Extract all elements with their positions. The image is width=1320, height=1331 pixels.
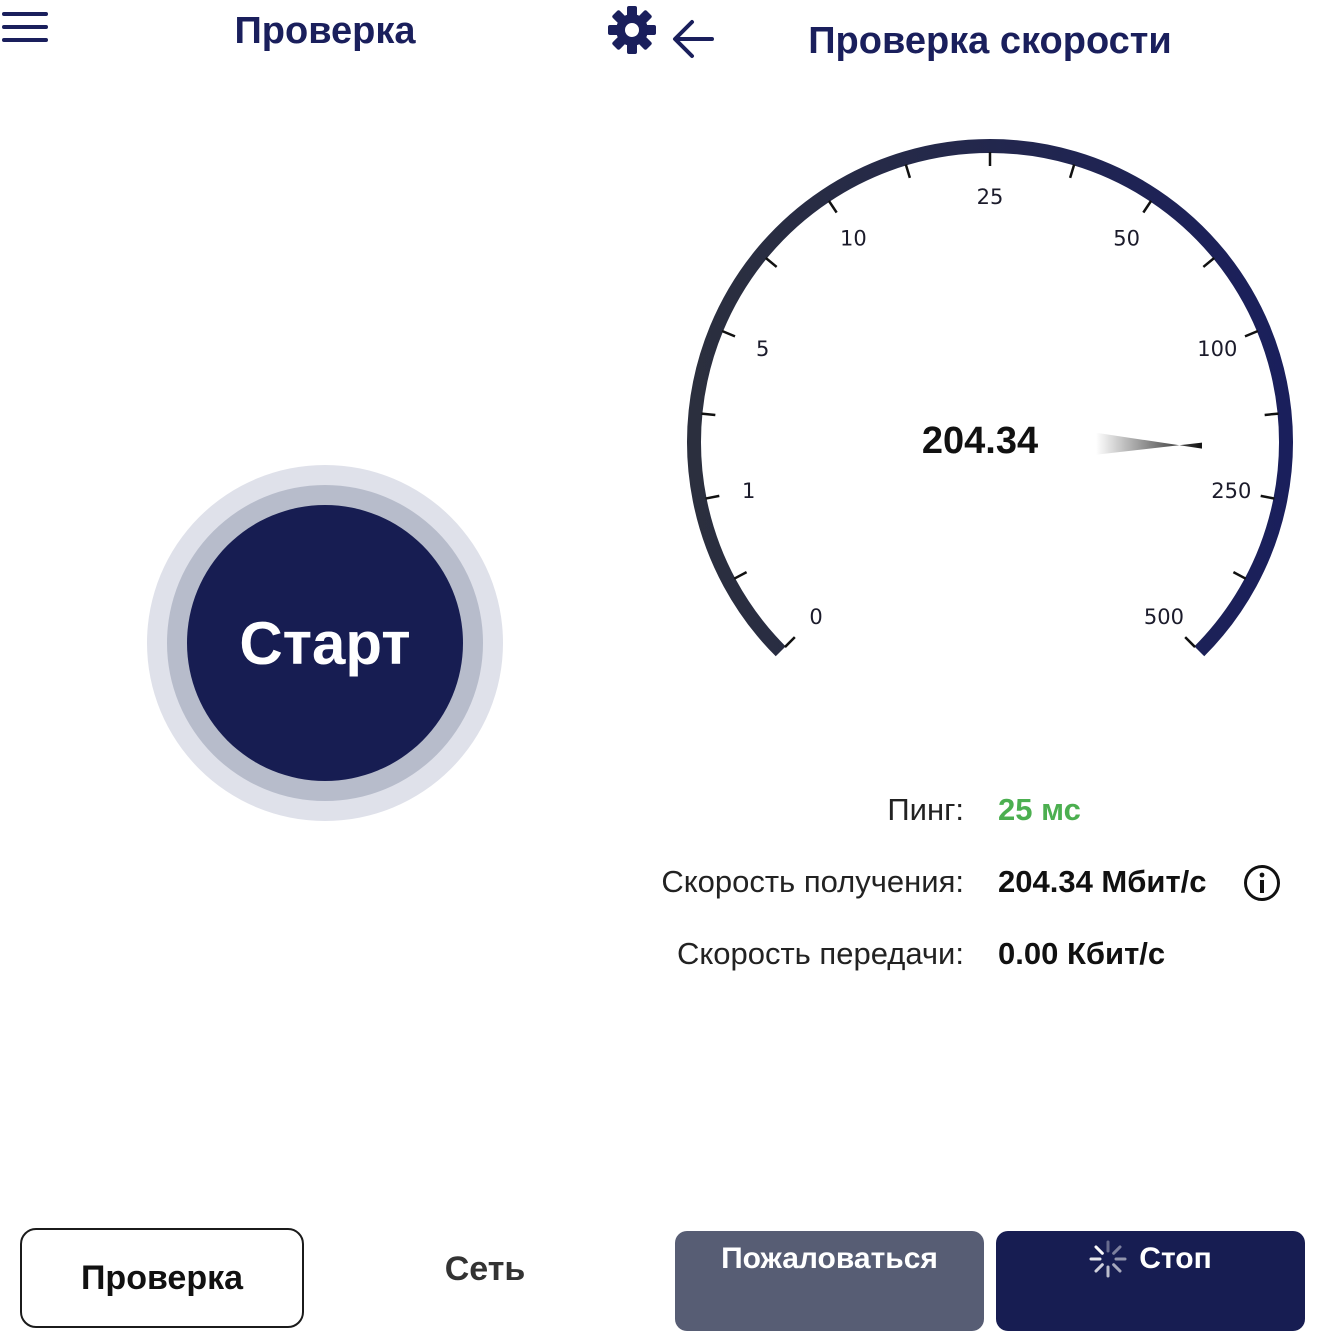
arrow-left-icon[interactable] <box>668 16 718 62</box>
download-label: Скорость получения: <box>661 864 964 899</box>
page-title: Проверка <box>234 10 416 52</box>
gauge-tick <box>1184 636 1196 648</box>
gauge-needle <box>1095 432 1202 455</box>
loading-spinner-icon <box>1089 1240 1127 1278</box>
tab-check[interactable]: Проверка <box>20 1228 304 1328</box>
gauge-scale-label: 500 <box>1144 605 1184 629</box>
gear-icon[interactable] <box>606 4 658 56</box>
gauge-scale-label: 50 <box>1113 226 1140 250</box>
gauge-scale-label: 5 <box>756 337 769 361</box>
info-icon[interactable] <box>1243 864 1281 902</box>
gauge-scale-label: 1 <box>742 479 755 503</box>
gauge-tick <box>733 571 748 580</box>
upload-row: Скорость передачи: 0.00 Кбит/с <box>600 936 1300 980</box>
gauge-tick <box>721 329 736 338</box>
gauge-tick <box>701 412 716 417</box>
start-button[interactable]: Старт <box>187 505 463 781</box>
gauge-tick <box>1260 494 1275 500</box>
gauge-scale-label: 250 <box>1211 479 1251 503</box>
gauge-tick <box>705 494 720 500</box>
gauge-tick <box>765 257 778 268</box>
speed-test-title: Проверка скорости <box>808 20 1172 62</box>
tab-network[interactable]: Сеть <box>380 1250 590 1300</box>
gauge-value: 204.34 <box>921 420 1039 462</box>
gauge-tick <box>1232 571 1247 580</box>
gauge-tick <box>1264 412 1279 417</box>
gauge-scale-label: 25 <box>977 185 1004 209</box>
stop-button[interactable]: Стоп <box>996 1231 1305 1331</box>
gauge-scale-label: 0 <box>809 605 822 629</box>
ping-value: 25 мс <box>998 792 1081 827</box>
gauge-scale-label: 10 <box>840 226 867 250</box>
gauge-scale-label: 100 <box>1197 337 1237 361</box>
gauge-tick <box>1068 164 1076 179</box>
download-value: 204.34 Мбит/с <box>998 864 1207 899</box>
stop-button-label: Стоп <box>1139 1242 1212 1275</box>
ping-label: Пинг: <box>887 792 964 827</box>
gauge-tick <box>1244 329 1259 338</box>
report-button[interactable]: Пожаловаться <box>675 1231 984 1331</box>
upload-label: Скорость передачи: <box>676 936 964 971</box>
gauge-tick <box>1142 200 1153 214</box>
download-row: Скорость получения: 204.34 Мбит/с <box>600 864 1300 908</box>
gauge-arc <box>687 138 1293 657</box>
upload-value: 0.00 Кбит/с <box>998 936 1166 971</box>
gauge-tick <box>1202 257 1215 268</box>
gauge-tick <box>784 636 796 648</box>
ping-row: Пинг: 25 мс <box>600 792 1300 836</box>
gauge-tick <box>827 200 838 214</box>
gauge-tick <box>904 164 912 179</box>
hamburger-menu-icon[interactable] <box>2 12 48 44</box>
